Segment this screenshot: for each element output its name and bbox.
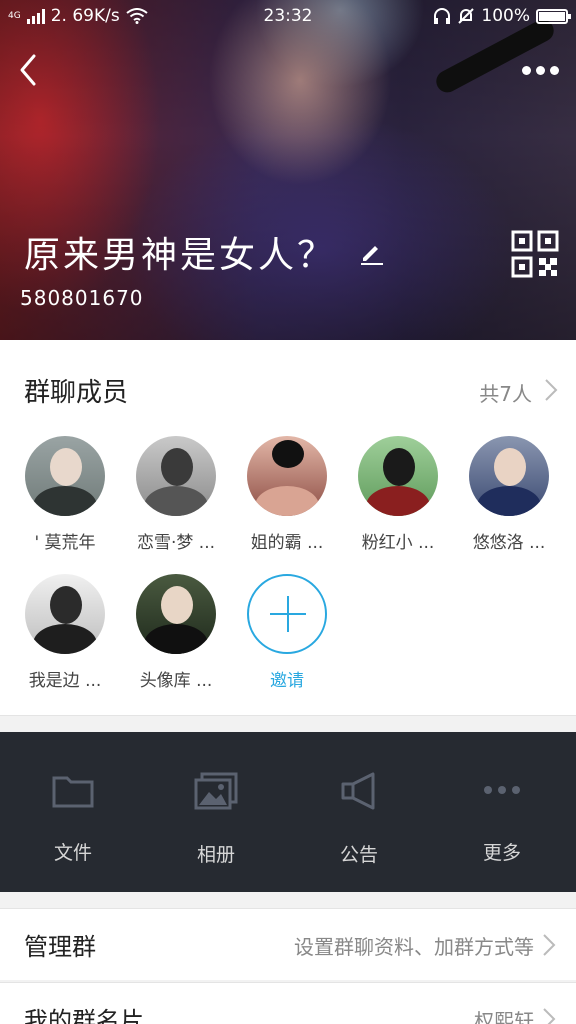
chevron-right-icon (543, 934, 556, 956)
group-id: 580801670 (20, 286, 144, 310)
tool-files[interactable]: 文件 (23, 772, 123, 865)
group-tools-bar: 文件 相册 公告 更多 (0, 732, 576, 892)
row-value: 权熙轩 (474, 1009, 534, 1024)
members-count: 共7人 (479, 382, 532, 406)
member-item[interactable]: ' 莫荒年 (15, 436, 115, 553)
member-avatar (247, 436, 327, 516)
member-avatar (25, 574, 105, 654)
member-avatar (136, 574, 216, 654)
member-item[interactable]: 我是边 ... (15, 574, 115, 691)
member-avatar (358, 436, 438, 516)
member-avatar (25, 436, 105, 516)
tool-announcement[interactable]: 公告 (309, 772, 409, 867)
member-item[interactable]: 姐的霸 ... (237, 436, 337, 553)
member-name: ' 莫荒年 (34, 533, 96, 553)
tool-label: 文件 (53, 842, 92, 864)
more-dots-icon (484, 786, 520, 794)
tool-more[interactable]: 更多 (452, 772, 552, 865)
more-menu-button[interactable] (518, 58, 562, 82)
member-avatar (469, 436, 549, 516)
clock: 23:32 (263, 6, 313, 26)
status-bar: 4G 2. 69K/s 23:32 100% (0, 0, 576, 32)
folder-icon (52, 776, 94, 808)
chevron-right-icon (543, 1008, 556, 1024)
member-name: 我是边 ... (28, 671, 102, 691)
member-item[interactable]: 恋雪·梦 ... (126, 436, 226, 553)
tool-album[interactable]: 相册 (166, 772, 266, 867)
tool-label: 相册 (196, 844, 235, 866)
member-item[interactable]: 粉红小 ... (348, 436, 448, 553)
row-title: 我的群名片 (24, 1007, 144, 1024)
group-name-row[interactable]: 原来男神是女人？ (24, 226, 384, 278)
edit-pencil-icon[interactable] (358, 239, 384, 265)
qr-code-icon[interactable] (511, 230, 559, 278)
my-group-card-row[interactable]: 我的群名片 权熙轩 (0, 982, 576, 1024)
manage-group-row[interactable]: 管理群 设置群聊资料、加群方式等 (0, 908, 576, 980)
member-name: 姐的霸 ... (250, 533, 324, 553)
member-item[interactable]: 头像库 ... (126, 574, 226, 691)
member-name: 头像库 ... (139, 671, 213, 691)
row-title: 管理群 (24, 933, 96, 961)
tool-label: 更多 (482, 842, 521, 864)
group-name: 原来男神是女人？ (24, 235, 337, 276)
invite-label: 邀请 (270, 671, 304, 691)
battery-level: 100% (481, 6, 530, 26)
members-title: 群聊成员 (24, 378, 129, 408)
headphones-icon (434, 8, 451, 24)
album-icon (194, 772, 238, 810)
group-members-section: 群聊成员 共7人 ' 莫荒年 恋雪·梦 ... 姐的霸 ... 粉红小 ... … (0, 340, 576, 716)
plus-icon (247, 574, 327, 654)
battery-icon (536, 8, 571, 24)
member-item[interactable]: 悠悠洛 ... (459, 436, 559, 553)
chevron-right-icon (545, 379, 558, 401)
mute-bell-icon (458, 8, 475, 24)
back-arrow-icon[interactable] (14, 50, 44, 90)
member-name: 恋雪·梦 ... (136, 533, 216, 553)
member-avatar (136, 436, 216, 516)
member-name: 粉红小 ... (361, 533, 435, 553)
megaphone-icon (341, 772, 375, 810)
members-header[interactable]: 群聊成员 共7人 (24, 372, 558, 408)
member-name: 悠悠洛 ... (472, 533, 546, 553)
invite-button[interactable]: 邀请 (237, 574, 337, 691)
row-value: 设置群聊资料、加群方式等 (294, 935, 534, 959)
tool-label: 公告 (339, 844, 378, 866)
